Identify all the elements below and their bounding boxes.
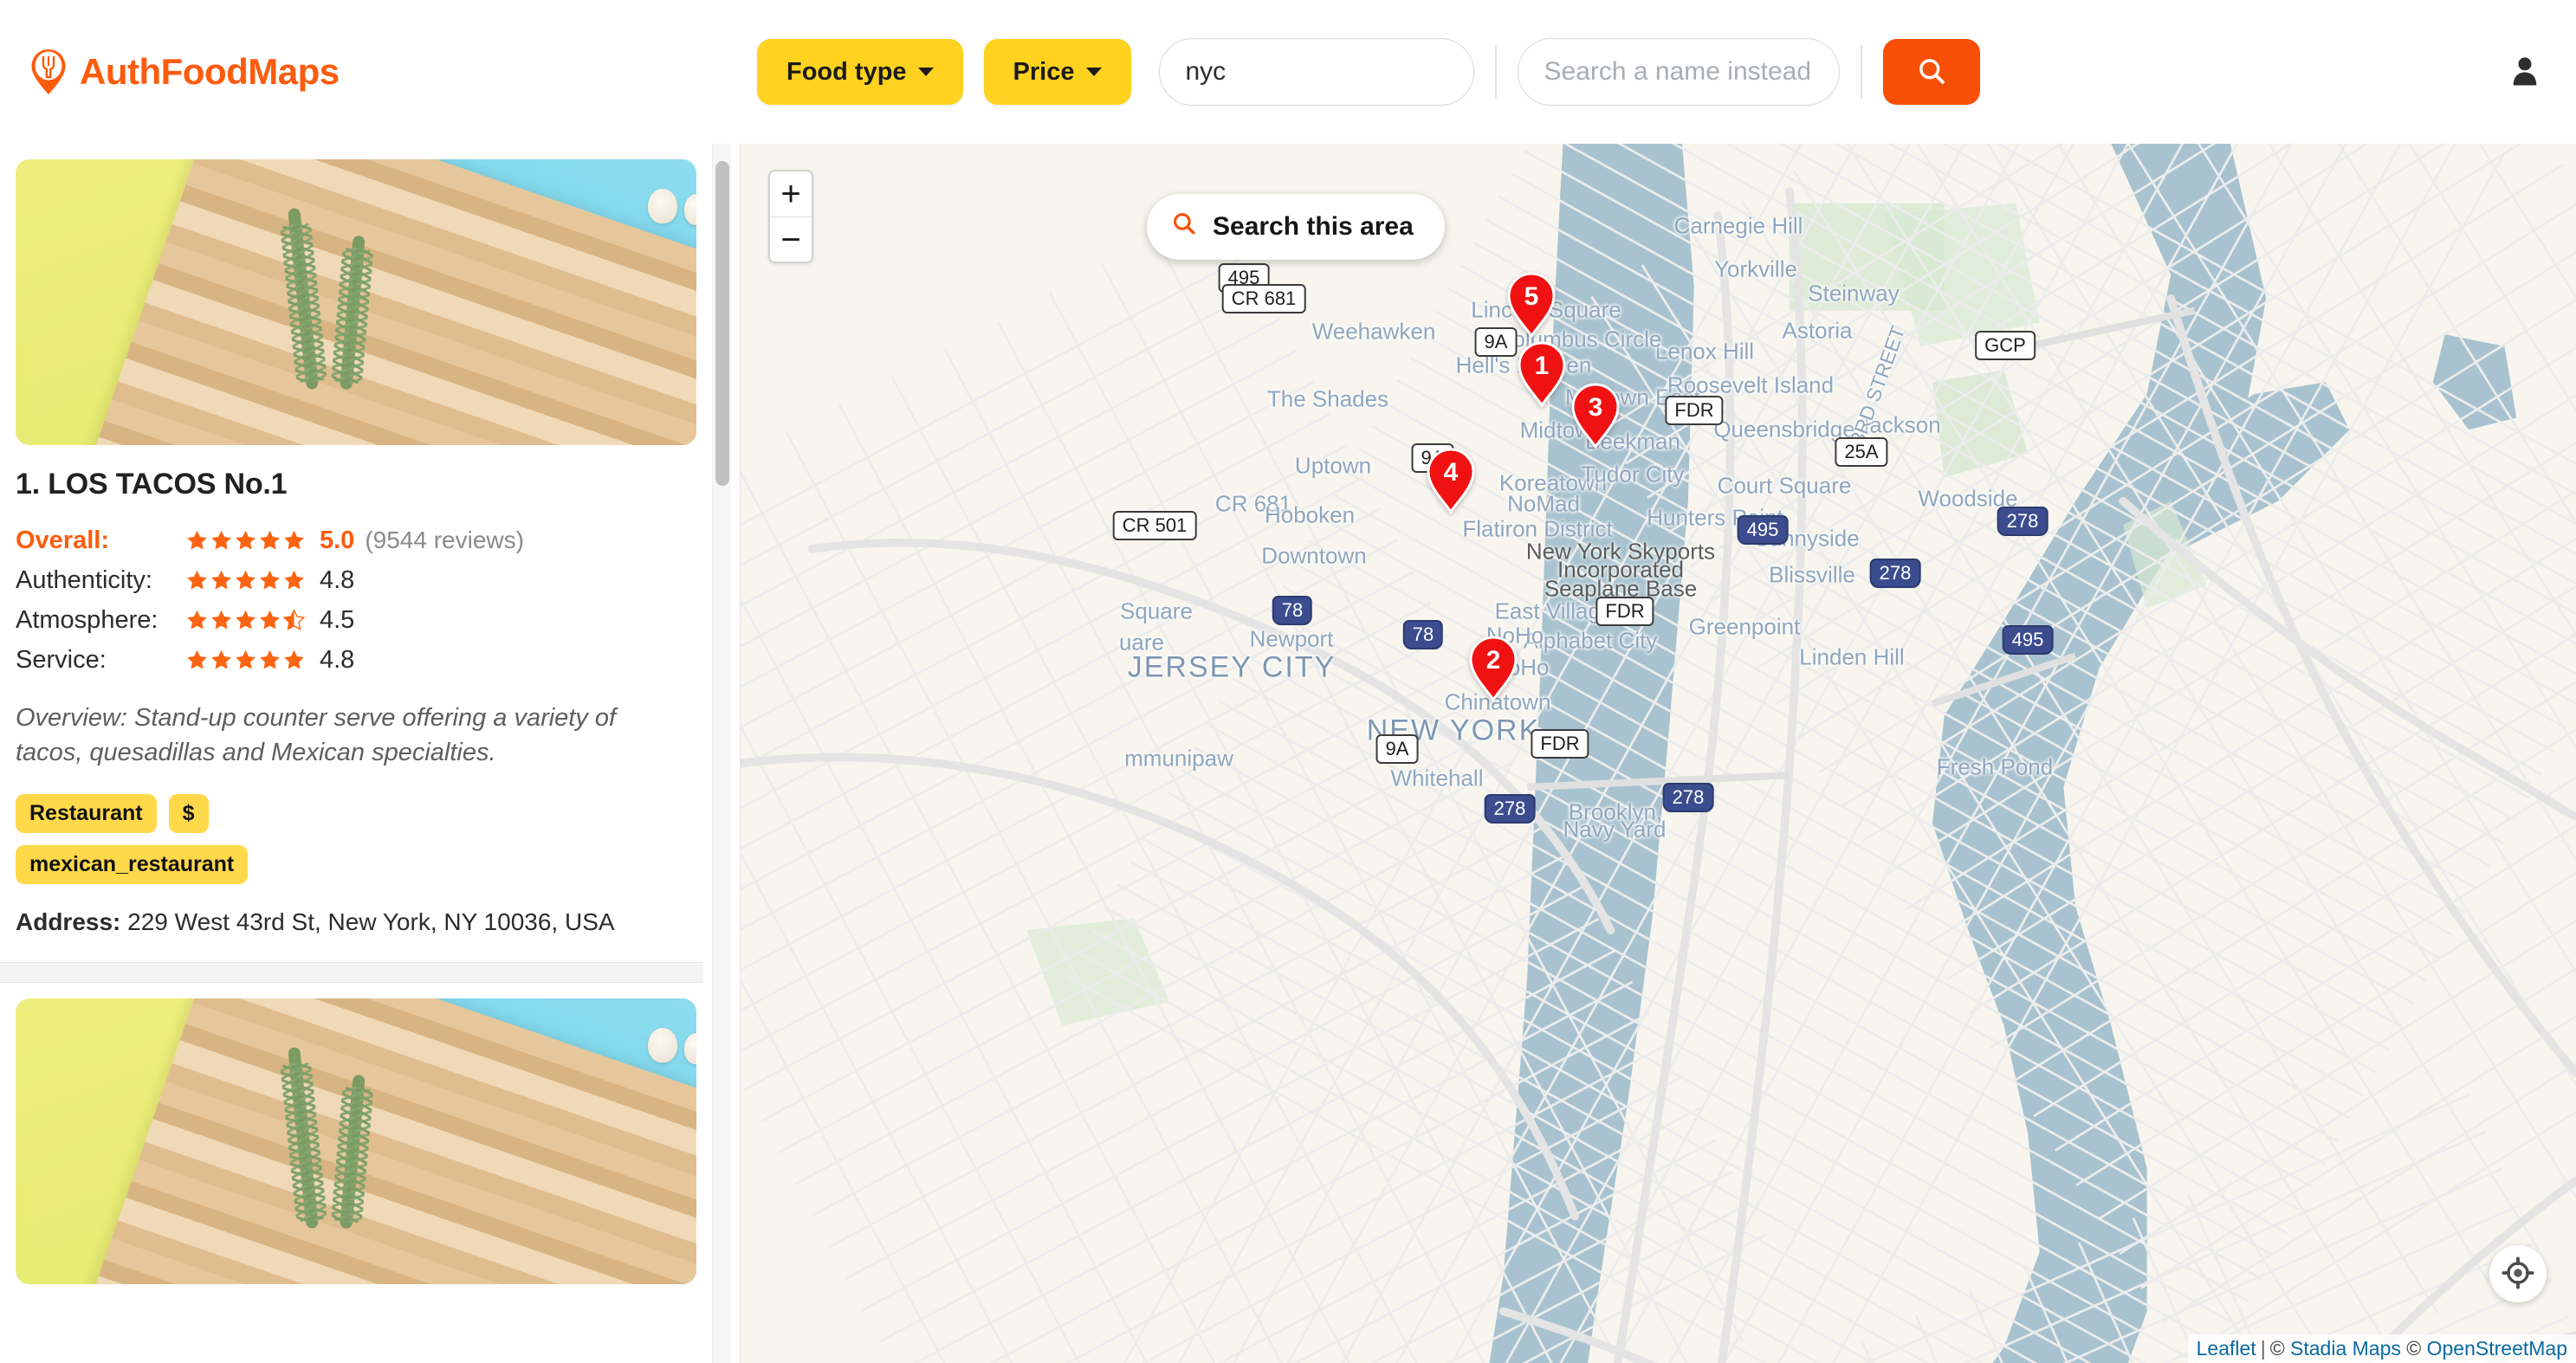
- rating-value: 4.5: [320, 605, 355, 634]
- price-label: Price: [1013, 57, 1075, 86]
- rating-label: Atmosphere:: [16, 605, 159, 634]
- search-this-area-label: Search this area: [1213, 212, 1414, 241]
- ratings-block: Overall: 5.0 (9544 reviews) Authenticity…: [16, 520, 688, 680]
- map-pin-fork-icon: [29, 48, 68, 95]
- sidebar-scrollbar[interactable]: [712, 144, 731, 1363]
- tag-list: Restaurant $: [16, 794, 501, 834]
- body: 1. LOS TACOS No.1 Overall: 5.0 (9544 rev…: [0, 144, 2576, 1363]
- result-card[interactable]: 1. LOS TACOS No.1 Overall: 5.0 (9544 rev…: [0, 144, 703, 963]
- map-marker-number: 1: [1534, 352, 1550, 380]
- search-icon: [1171, 210, 1197, 243]
- leaflet-link[interactable]: Leaflet: [2197, 1337, 2256, 1360]
- map-marker-number: 5: [1524, 282, 1539, 311]
- name-search-input[interactable]: [1517, 38, 1840, 106]
- divider: [1494, 45, 1497, 99]
- map-attribution: Leaflet | © Stadia Maps © OpenStreetMap: [2187, 1334, 2576, 1363]
- search-this-area-button[interactable]: Search this area: [1147, 194, 1445, 260]
- results-list: 1. LOS TACOS No.1 Overall: 5.0 (9544 rev…: [0, 144, 740, 1363]
- map-tiles: [741, 144, 2576, 1363]
- app-header: AuthFoodMaps Food type Price: [0, 0, 2576, 144]
- brand[interactable]: AuthFoodMaps: [29, 48, 340, 95]
- location-search-input[interactable]: [1158, 38, 1474, 106]
- search-button[interactable]: [1882, 39, 1980, 105]
- tag-price[interactable]: $: [168, 794, 209, 834]
- tag-cuisine[interactable]: mexican_restaurant: [16, 845, 249, 885]
- rating-row-authenticity: Authenticity: 4.8: [16, 560, 688, 600]
- crosshair-locate-icon: [2502, 1256, 2534, 1292]
- rating-value: 5.0: [320, 526, 355, 554]
- result-title: 1. LOS TACOS No.1: [16, 468, 288, 501]
- star-rating-atmosphere: [185, 609, 306, 631]
- food-type-label: Food type: [786, 57, 907, 86]
- locate-me-button[interactable]: [2489, 1245, 2547, 1302]
- chevron-down-icon: [1085, 68, 1102, 76]
- review-count: (9544 reviews): [365, 526, 524, 553]
- copyright-symbol: ©: [2269, 1337, 2285, 1360]
- account-button[interactable]: [2510, 55, 2540, 90]
- rating-row-service: Service: 4.8: [16, 640, 688, 680]
- map-marker-number: 3: [1588, 393, 1603, 422]
- result-card[interactable]: [0, 983, 703, 1311]
- sidebar-scrollbar-thumb[interactable]: [715, 161, 729, 486]
- address-label: Address:: [16, 908, 121, 936]
- star-rating-overall: [185, 529, 306, 552]
- map-panel[interactable]: Carnegie Hill Yorkville Steinway Astoria Len…: [741, 144, 2576, 1363]
- photo-garlic: [648, 189, 677, 223]
- address-value: 229 West 43rd St, New York, NY 10036, US…: [127, 908, 615, 936]
- restaurant-photo: [16, 159, 696, 445]
- header-controls: Food type Price: [757, 0, 1980, 144]
- rating-row-atmosphere: Atmosphere: 4.5: [16, 600, 688, 640]
- price-dropdown[interactable]: Price: [983, 39, 1131, 105]
- copyright-symbol: ©: [2406, 1337, 2422, 1360]
- star-rating-authenticity: [185, 569, 306, 591]
- map-marker[interactable]: 2: [1467, 635, 1519, 702]
- map-marker[interactable]: 1: [1516, 340, 1568, 408]
- search-icon: [1916, 55, 1947, 89]
- tag-list-secondary: mexican_restaurant: [16, 845, 501, 885]
- divider: [1860, 45, 1862, 99]
- card-divider: [0, 962, 703, 984]
- rating-label: Authenticity:: [16, 565, 152, 594]
- photo-rosemary: [340, 1074, 366, 1230]
- rating-row-overall: Overall: 5.0 (9544 reviews): [16, 520, 688, 560]
- app-root: AuthFoodMaps Food type Price nyc Search …: [0, 0, 2576, 1363]
- star-rating-service: [185, 649, 306, 671]
- photo-garlic: [648, 1028, 677, 1063]
- chevron-down-icon: [917, 68, 934, 76]
- rating-label: Service:: [16, 645, 107, 674]
- zoom-out-button[interactable]: −: [770, 216, 812, 262]
- map-marker-number: 4: [1443, 458, 1459, 487]
- map-marker[interactable]: 3: [1570, 382, 1621, 449]
- map-marker[interactable]: 5: [1505, 271, 1557, 339]
- attribution-separator: |: [2260, 1337, 2266, 1360]
- stadia-maps-link[interactable]: Stadia Maps: [2290, 1337, 2401, 1360]
- map-zoom-controls: + −: [768, 170, 813, 263]
- brand-name: AuthFoodMaps: [80, 51, 340, 92]
- tag-category[interactable]: Restaurant: [16, 794, 157, 834]
- person-icon: [2510, 55, 2540, 90]
- zoom-in-button[interactable]: +: [770, 171, 812, 216]
- result-overview: Overview: Stand-up counter serve offerin…: [16, 704, 617, 767]
- result-address: Address: 229 West 43rd St, New York, NY …: [16, 908, 688, 936]
- rating-value: 4.8: [320, 645, 355, 674]
- photo-rosemary: [340, 235, 366, 391]
- food-type-dropdown[interactable]: Food type: [757, 39, 963, 105]
- restaurant-photo: [16, 998, 696, 1285]
- rating-label: Overall:: [16, 526, 109, 554]
- rating-value: 4.8: [320, 565, 355, 594]
- openstreetmap-link[interactable]: OpenStreetMap: [2427, 1337, 2567, 1360]
- map-marker-number: 2: [1485, 646, 1501, 675]
- results-sidebar: 1. LOS TACOS No.1 Overall: 5.0 (9544 rev…: [0, 144, 741, 1363]
- map-marker[interactable]: 4: [1425, 447, 1477, 514]
